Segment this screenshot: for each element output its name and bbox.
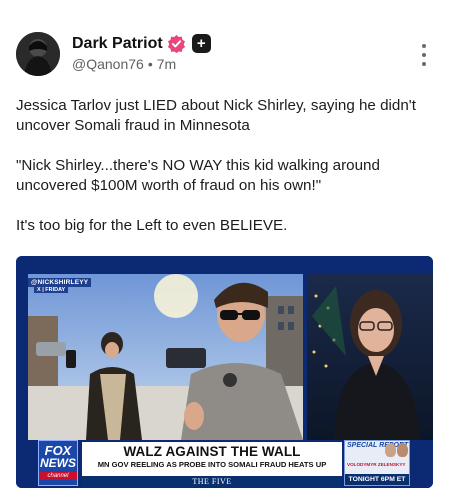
chyron-subheadline: MN GOV REELING AS PROBE INTO SOMALI FRAU… xyxy=(97,460,327,469)
news-chyron: FOX NEWS channel WALZ AGAINST THE WALL M… xyxy=(16,440,433,488)
special-report-promo: SPECIAL REPORT VOLODYMYR ZELENSKYY TONIG… xyxy=(344,440,410,486)
post-paragraph: It's too big for the Left to even BELIEV… xyxy=(16,217,288,234)
social-tag: @NICKSHIRLEYY xyxy=(28,278,92,287)
meta-separator: • xyxy=(147,56,153,72)
more-vertical-icon[interactable] xyxy=(414,44,434,66)
post-header: Dark Patriot + @Qanon76 • 7m xyxy=(16,32,436,78)
plus-badge-icon: + xyxy=(191,34,211,53)
chyron-headline-box: WALZ AGAINST THE WALL MN GOV REELING AS … xyxy=(82,442,342,476)
post-time: 7m xyxy=(156,56,177,72)
social-tag-sub: X | FRIDAY xyxy=(34,287,69,293)
show-name: THE FIVE xyxy=(82,476,342,487)
author-name[interactable]: Dark Patriot xyxy=(72,35,163,53)
avatar[interactable] xyxy=(16,32,60,76)
verified-badge-icon xyxy=(167,34,186,53)
promo-guest: VOLODYMYR ZELENSKYY xyxy=(347,462,406,467)
promo-time: TONIGHT 6PM ET xyxy=(345,474,409,485)
chyron-headline: WALZ AGAINST THE WALL xyxy=(123,444,301,459)
video-still[interactable]: @NICKSHIRLEYY X | FRIDAY FOX NEWS channe… xyxy=(16,256,433,488)
post-paragraph: "Nick Shirley...there's NO WAY this kid … xyxy=(16,157,380,194)
post-paragraph: Jessica Tarlov just LIED about Nick Shir… xyxy=(16,97,416,134)
fox-news-logo: FOX NEWS channel xyxy=(38,440,78,486)
author-block: Dark Patriot + @Qanon76 • 7m xyxy=(72,34,211,72)
post-body: Jessica Tarlov just LIED about Nick Shir… xyxy=(16,96,436,256)
promo-face-icon xyxy=(397,443,408,457)
author-handle[interactable]: @Qanon76 xyxy=(72,56,144,72)
promo-face-icon xyxy=(385,443,396,457)
